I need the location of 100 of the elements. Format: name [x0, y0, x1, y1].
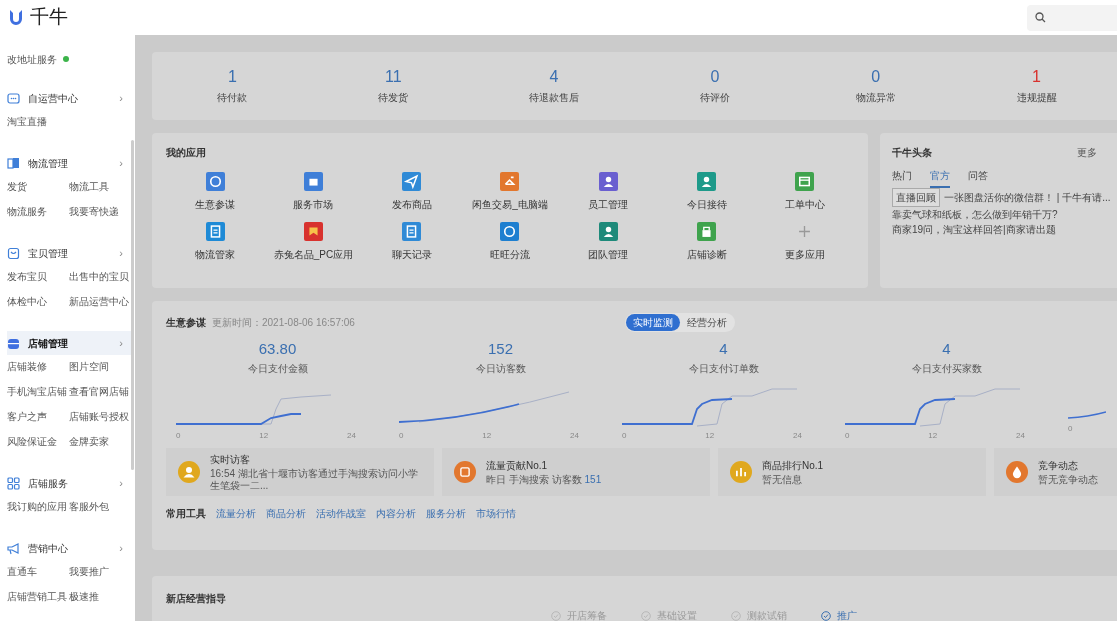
lock-icon[interactable] [697, 222, 717, 241]
chevron-icon: › [119, 92, 123, 104]
calendar-icon[interactable] [795, 172, 815, 191]
insight-text: 16:54 湖北省十堰市访客通过手淘搜索访问小学生笔袋一二... [210, 468, 419, 492]
tool-link[interactable]: 服务分析 [426, 506, 466, 521]
tool-link[interactable]: 市场行情 [476, 506, 516, 521]
insight-title: 实时访客 [210, 453, 251, 467]
stat-value[interactable]: 4 [549, 67, 559, 86]
stat-label: 违规提醒 [1016, 90, 1057, 105]
sidebar-link[interactable]: 金牌卖家 [69, 436, 109, 448]
sidebar-link[interactable]: 发布宝贝 [7, 271, 47, 283]
app-icon[interactable] [303, 222, 323, 241]
metric-value: 4 [719, 340, 728, 358]
more-link[interactable]: 更多 [1077, 145, 1097, 160]
bag-icon[interactable] [303, 172, 323, 191]
stat-label: 待退款售后 [529, 90, 580, 105]
sidebar-link[interactable]: 极速推 [69, 591, 99, 603]
sidebar-group-header[interactable]: 店铺管理 › [7, 331, 131, 355]
sparkline-chart [1068, 411, 1106, 419]
app-label[interactable]: 聊天记录 [391, 247, 432, 262]
sidebar-group-header[interactable]: 营销中心 › [7, 536, 131, 560]
scrollbar[interactable] [131, 140, 134, 470]
sidebar-link[interactable]: 店铺装修 [7, 361, 47, 373]
sidebar-group-header[interactable]: 物流管理 › [7, 151, 131, 175]
sidebar-link[interactable]: 体检中心 [7, 296, 47, 308]
group-title: 物流管理 [28, 156, 69, 171]
sidebar-link[interactable]: 客服外包 [69, 501, 109, 513]
app-label[interactable]: 发布商品 [391, 197, 432, 212]
card-title: 我的应用 [166, 146, 207, 160]
stat-value[interactable]: 1 [227, 67, 237, 86]
app-label[interactable]: 生意参谋 [195, 197, 236, 212]
tool-link[interactable]: 流量分析 [216, 506, 256, 521]
app-icon[interactable] [500, 172, 520, 191]
app-label[interactable]: 物流管家 [195, 247, 236, 262]
group-title: 自运营中心 [28, 91, 79, 106]
sidebar-link[interactable]: 风险保证金 [7, 436, 57, 448]
axis-tick: 24 [793, 430, 802, 442]
compass-icon[interactable] [205, 172, 225, 191]
sidebar-link[interactable]: 我要推广 [69, 566, 109, 578]
sidebar-group-header[interactable]: 店铺服务 › [7, 471, 131, 495]
sidebar-link[interactable]: 店铺账号授权 [69, 411, 129, 423]
insight-card[interactable]: 商品排行No.1 暂无信息 [718, 448, 986, 496]
sidebar-link[interactable]: 店铺营销工具 [7, 591, 67, 603]
insight-card[interactable]: 实时访客 16:54 湖北省十堰市访客通过手淘搜索访问小学生笔袋一二... [166, 448, 434, 496]
document-icon[interactable] [205, 222, 225, 241]
stat-value[interactable]: 0 [871, 67, 881, 86]
insight-card[interactable]: 竞争动态 暂无竞争动态 [994, 448, 1117, 496]
app-label[interactable]: 店铺诊断 [686, 247, 727, 262]
sidebar-link[interactable]: 新品运营中心 [69, 296, 129, 308]
sidebar-link[interactable]: 手机淘宝店铺 [7, 386, 67, 398]
person-icon[interactable] [598, 222, 618, 241]
app-label[interactable]: 闲鱼交易_电脑端 [472, 197, 548, 212]
headline-tag: 直播回顾 [892, 188, 940, 207]
sidebar-group-header[interactable]: 宝贝管理 › [7, 241, 131, 265]
sidebar-link[interactable]: 淘宝直播 [7, 116, 47, 128]
sidebar-link[interactable]: 发货 [7, 181, 27, 193]
mode-toggle[interactable]: 实时监测 [625, 314, 680, 331]
paper-plane-icon[interactable] [402, 172, 422, 191]
search-field[interactable] [1027, 4, 1117, 31]
mode-toggle[interactable]: 经营分析 [679, 314, 734, 331]
app-label[interactable]: 今日接待 [686, 197, 727, 212]
sidebar-link[interactable]: 我要寄快递 [69, 206, 119, 218]
axis-tick: 24 [1016, 430, 1025, 442]
person-icon[interactable] [697, 172, 717, 191]
app-label[interactable]: 服务市场 [293, 197, 334, 212]
app-label[interactable]: 赤兔名品_PC应用 [273, 247, 354, 262]
app-label[interactable]: 团队管理 [588, 247, 629, 262]
headline-link[interactable]: 靠卖气球和纸板，怎么做到年销千万? [892, 207, 1058, 222]
sidebar-link[interactable]: 直通车 [7, 566, 37, 578]
sidebar-link[interactable]: 物流服务 [7, 206, 47, 218]
tool-link[interactable]: 活动作战室 [316, 506, 366, 521]
app-label[interactable]: 更多应用 [784, 247, 825, 262]
insight-card[interactable]: 流量贡献No.1 昨日 手淘搜索 访客数 151 [442, 448, 710, 496]
compass-icon[interactable] [500, 222, 520, 241]
sidebar-link[interactable]: 出售中的宝贝 [69, 271, 129, 283]
metric-value: 63.80 [258, 340, 297, 358]
metric-value: 4 [942, 340, 951, 358]
app-label[interactable]: 员工管理 [588, 197, 629, 212]
sidebar-link[interactable]: 查看官网店铺 [69, 386, 129, 398]
headline-link[interactable]: 一张图盘活你的微信群！ | 千牛有请... [944, 190, 1111, 205]
stat-value[interactable]: 0 [710, 67, 720, 86]
card-title: 新店经营指导 [166, 592, 227, 606]
person-icon[interactable] [598, 172, 618, 191]
sidebar-link[interactable]: 我订购的应用 [7, 501, 67, 513]
tool-link[interactable]: 商品分析 [266, 506, 306, 521]
sidebar-link[interactable]: 客户之声 [7, 411, 47, 423]
document-icon[interactable] [402, 222, 422, 241]
sidebar-group-header[interactable]: 自运营中心 › [7, 86, 131, 110]
headline-tab[interactable]: 热门 [892, 168, 912, 188]
stat-value[interactable]: 11 [384, 67, 402, 86]
app-label[interactable]: 工单中心 [784, 197, 825, 212]
headline-link[interactable]: 商家19问，淘宝这样回答|商家请出题 [892, 222, 1056, 237]
tool-link[interactable]: 内容分析 [376, 506, 416, 521]
insight-title: 竞争动态 [1038, 459, 1079, 473]
app-label[interactable]: 旺旺分流 [490, 247, 530, 262]
axis-tick: 12 [259, 430, 269, 442]
sidebar-link[interactable]: 物流工具 [69, 181, 109, 193]
headline-tab[interactable]: 问答 [968, 168, 988, 188]
sidebar-link[interactable]: 图片空间 [69, 361, 109, 373]
sidebar-link[interactable]: 改地址服务 [7, 51, 57, 67]
